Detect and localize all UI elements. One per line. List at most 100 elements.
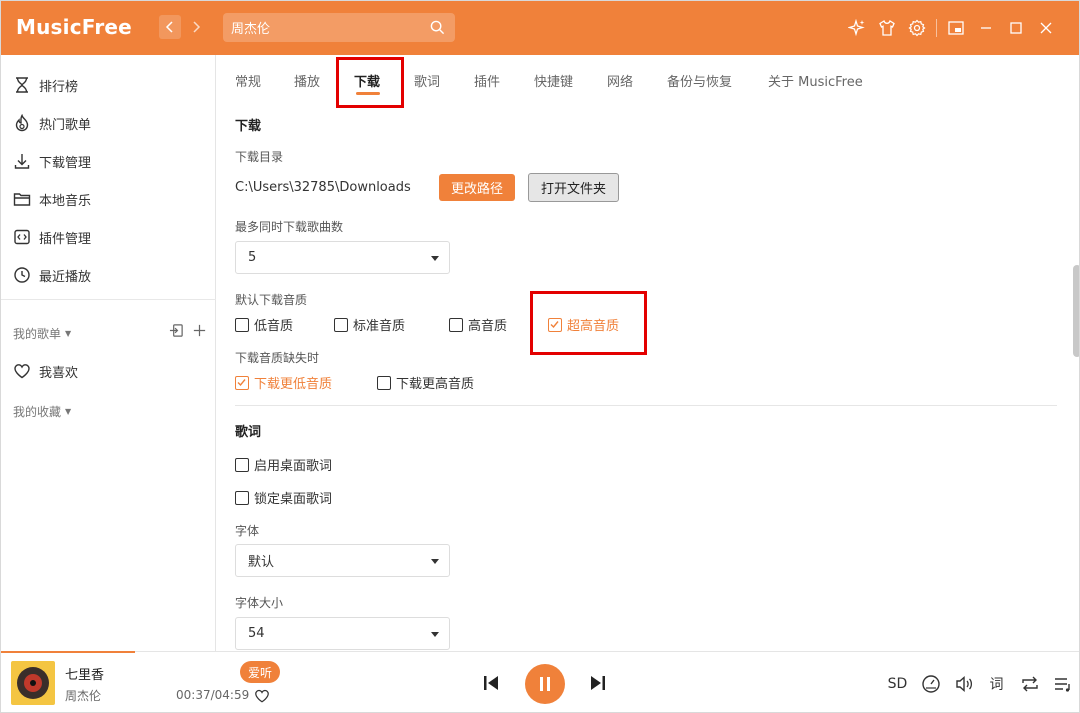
open-folder-button[interactable]: 打开文件夹 — [528, 173, 620, 202]
gear-icon[interactable] — [902, 17, 932, 39]
forward-button[interactable] — [185, 15, 207, 39]
tab-network[interactable]: 网络 — [607, 71, 633, 90]
speedometer-icon — [921, 675, 940, 693]
change-path-button[interactable]: 更改路径 — [439, 174, 516, 201]
caret-down-icon — [431, 632, 439, 637]
quality-standard-checkbox[interactable]: 标准音质 — [334, 315, 405, 334]
font-size-select[interactable]: 54 — [235, 617, 450, 650]
chevron-right-icon — [193, 21, 201, 33]
checkbox-label: 锁定桌面歌词 — [254, 492, 333, 507]
import-icon[interactable] — [169, 323, 184, 338]
font-label: 字体 — [235, 524, 260, 538]
tab-shortcuts[interactable]: 快捷键 — [534, 71, 573, 90]
playlist-actions — [169, 323, 207, 338]
previous-button[interactable] — [482, 674, 500, 692]
sidebar-item-plugins[interactable]: 插件管理 — [13, 222, 91, 252]
repeat-button[interactable] — [1013, 672, 1046, 696]
close-icon[interactable] — [1031, 17, 1061, 39]
album-cover[interactable] — [11, 661, 55, 705]
download-dir-path: C:\Users\32785\Downloads — [235, 180, 411, 195]
volume-button[interactable] — [947, 672, 980, 696]
checkbox-box — [235, 317, 249, 332]
app-logo: MusicFree — [16, 15, 132, 39]
max-concurrent-label: 最多同时下载歌曲数 — [235, 220, 344, 234]
mini-mode-icon[interactable] — [941, 17, 971, 39]
my-playlists-header[interactable]: 我的歌单 ▼ — [13, 325, 71, 342]
quality-button[interactable]: SD — [881, 672, 914, 696]
playback-progress[interactable] — [1, 651, 135, 653]
add-icon[interactable] — [192, 323, 207, 338]
checkbox-label: 标准音质 — [353, 319, 406, 334]
pause-button[interactable] — [525, 664, 565, 704]
search-icon[interactable] — [430, 20, 445, 35]
clock-icon — [14, 267, 30, 283]
download-dir-label: 下载目录 — [235, 150, 284, 164]
tab-plugins[interactable]: 插件 — [474, 71, 500, 90]
search-input[interactable] — [231, 13, 421, 42]
maximize-icon[interactable] — [1001, 17, 1031, 39]
minimize-icon[interactable] — [971, 17, 1001, 39]
select-value: 默认 — [248, 555, 275, 570]
back-button[interactable] — [159, 15, 181, 39]
tab-lyrics[interactable]: 歌词 — [414, 71, 440, 90]
tab-playback[interactable]: 播放 — [294, 71, 320, 90]
font-size-label: 字体大小 — [235, 596, 284, 610]
sidebar-item-label: 热门歌单 — [39, 117, 92, 133]
fallback-lower-checkbox[interactable]: 下载更低音质 — [235, 373, 332, 392]
checkbox-box — [449, 317, 463, 332]
checkbox-box — [235, 375, 249, 390]
sidebar-item-favorites[interactable]: 我喜欢 — [13, 356, 78, 386]
default-quality-label: 默认下载音质 — [235, 293, 308, 307]
sidebar-item-local-music[interactable]: 本地音乐 — [13, 184, 91, 214]
checkbox-box — [235, 490, 249, 505]
theme-shirt-icon[interactable] — [872, 17, 902, 39]
font-select[interactable]: 默认 — [235, 544, 450, 577]
quality-low-checkbox[interactable]: 低音质 — [235, 315, 293, 334]
select-value: 54 — [248, 626, 265, 641]
playlist-icon — [1054, 678, 1070, 692]
sidebar-item-hot-playlists[interactable]: 热门歌单 — [13, 108, 91, 138]
heart-icon[interactable] — [254, 688, 270, 704]
caret-down-icon — [431, 256, 439, 261]
checkbox-box — [235, 457, 249, 472]
check-icon — [237, 378, 246, 386]
fallback-higher-checkbox[interactable]: 下载更高音质 — [377, 373, 474, 392]
select-value: 5 — [248, 250, 257, 265]
song-title: 七里香 — [65, 668, 105, 683]
tab-general[interactable]: 常规 — [235, 71, 261, 90]
lyrics-section-title: 歌词 — [235, 425, 262, 440]
checkbox-box — [334, 317, 348, 332]
highlight-box-tab — [336, 57, 404, 108]
player-bar: 七里香 周杰伦 爱听 00:37/04:59 SD 词 — [1, 651, 1079, 712]
checkbox-label: 高音质 — [468, 319, 508, 334]
playlist-button[interactable] — [1046, 672, 1079, 696]
sidebar-item-downloads[interactable]: 下载管理 — [13, 146, 91, 176]
sidebar-divider — [1, 299, 216, 300]
tab-backup[interactable]: 备份与恢复 — [667, 71, 732, 90]
highlight-box-quality — [530, 291, 647, 355]
player-right-controls: SD 词 — [881, 672, 1079, 696]
scrollbar-thumb[interactable] — [1073, 265, 1079, 357]
sparkle-icon[interactable] — [842, 17, 872, 39]
missing-quality-label: 下载音质缺失时 — [235, 351, 320, 365]
checkbox-box — [377, 375, 391, 390]
speed-button[interactable] — [914, 672, 947, 696]
next-button[interactable] — [589, 674, 607, 692]
title-bar: MusicFree — [1, 1, 1079, 55]
download-section-title: 下载 — [235, 119, 262, 134]
my-collections-header[interactable]: 我的收藏 ▼ — [13, 403, 71, 420]
hourglass-icon — [16, 77, 28, 93]
quality-high-checkbox[interactable]: 高音质 — [449, 315, 507, 334]
sidebar-item-recent[interactable]: 最近播放 — [13, 260, 91, 290]
lock-desktop-lyrics-checkbox[interactable]: 锁定桌面歌词 — [235, 488, 332, 507]
settings-panel: 常规 播放 下载 歌词 插件 快捷键 网络 备份与恢复 关于 MusicFree… — [217, 55, 1079, 651]
app-window: MusicFree 周杰伦 排行榜 热门歌单 下载管理 本地音乐 插件管理 最近… — [0, 0, 1080, 713]
enable-desktop-lyrics-checkbox[interactable]: 启用桌面歌词 — [235, 455, 332, 474]
max-concurrent-select[interactable]: 5 — [235, 241, 450, 274]
caret-down-icon — [431, 559, 439, 564]
tab-about[interactable]: 关于 MusicFree — [768, 71, 863, 90]
pause-icon — [540, 677, 550, 691]
search-box[interactable] — [223, 13, 455, 42]
lyrics-button[interactable]: 词 — [980, 672, 1013, 696]
sidebar-item-charts[interactable]: 排行榜 — [13, 70, 78, 100]
